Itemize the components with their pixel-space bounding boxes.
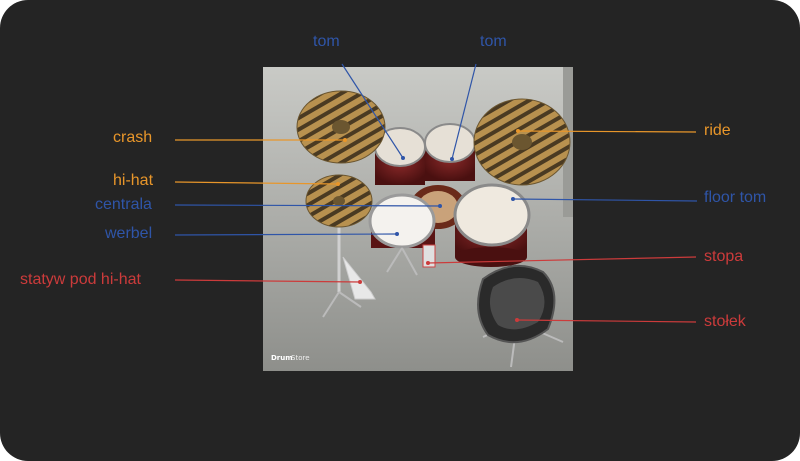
floor-tom-leader — [512, 198, 698, 202]
ride-dot — [516, 129, 520, 133]
diagram-card: Drum Store tom tom crash hi-hat centrala — [0, 0, 800, 461]
statyw-dot — [358, 280, 362, 284]
stolek-dot — [515, 318, 519, 322]
label-werbel: werbel — [105, 225, 153, 242]
stopa-leader — [427, 256, 697, 264]
tom-right-dot — [450, 157, 454, 161]
label-stopa: stopa — [704, 248, 744, 265]
label-crash: crash — [113, 129, 153, 146]
centrala-leader — [174, 204, 441, 207]
stopa-dot — [426, 261, 430, 265]
tom-left-leader — [341, 63, 404, 159]
label-floor-tom: floor tom — [704, 189, 767, 206]
hihat-leader — [174, 181, 339, 185]
tom-right-leader — [451, 63, 477, 160]
centrala-dot — [438, 204, 442, 208]
label-centrala: centrala — [95, 196, 152, 213]
label-tom-left: tom — [313, 33, 340, 50]
ride-leader — [517, 130, 697, 133]
label-hihat: hi-hat — [113, 172, 154, 189]
werbel-leader — [174, 233, 398, 236]
label-ride: ride — [704, 122, 731, 139]
statyw-leader — [174, 279, 361, 283]
label-stolek: stołek — [704, 313, 746, 330]
label-statyw: statyw pod hi-hat — [20, 271, 141, 288]
werbel-dot — [395, 232, 399, 236]
tom-left-dot — [401, 156, 405, 160]
crash-dot — [343, 138, 347, 142]
stolek-leader — [516, 319, 697, 323]
hihat-dot — [336, 182, 340, 186]
label-tom-right: tom — [480, 33, 507, 50]
floor-tom-dot — [511, 197, 515, 201]
